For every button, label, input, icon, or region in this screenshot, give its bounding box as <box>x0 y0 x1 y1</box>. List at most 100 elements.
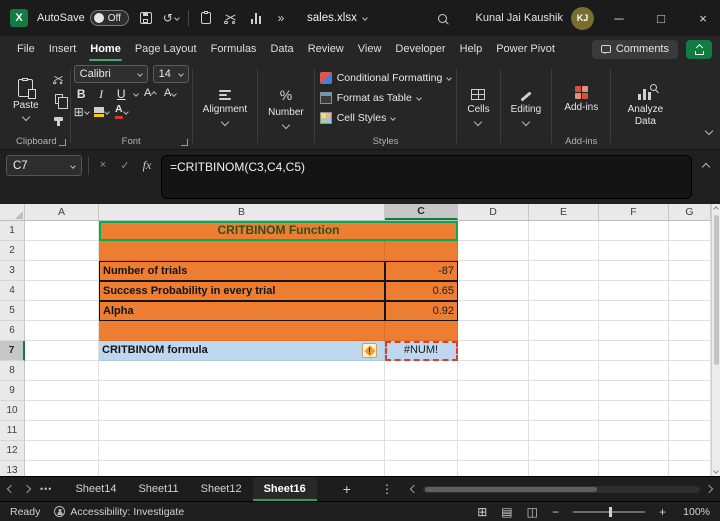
name-box-chevron[interactable] <box>70 163 76 169</box>
horizontal-scrollbar[interactable] <box>411 486 712 493</box>
cell-E4[interactable] <box>529 281 599 301</box>
sheet-options-icon[interactable]: ⋮ <box>381 482 393 496</box>
cell-G3[interactable] <box>669 261 711 281</box>
cell-G4[interactable] <box>669 281 711 301</box>
cell-F10[interactable] <box>599 401 669 421</box>
cell-D4[interactable] <box>458 281 529 301</box>
excel-logo-icon[interactable]: X <box>10 9 28 27</box>
normal-view-icon[interactable]: ⊞ <box>477 505 487 519</box>
cell-B5[interactable]: Alpha <box>99 301 385 321</box>
increase-font-size-button[interactable]: A <box>143 86 158 101</box>
enter-icon[interactable]: ✓ <box>117 155 133 175</box>
insert-function-icon[interactable]: fx <box>139 155 155 175</box>
cell-B7[interactable]: CRITBINOM formula! <box>99 341 385 361</box>
sheet-tab-sheet16[interactable]: Sheet16 <box>253 477 317 501</box>
document-title[interactable]: sales.xlsx <box>307 12 357 24</box>
row-header-9[interactable]: 9 <box>0 381 25 401</box>
sheet-tab-sheet11[interactable]: Sheet11 <box>127 477 189 501</box>
cell-F13[interactable] <box>599 461 669 476</box>
cell-F6[interactable] <box>599 321 669 341</box>
ribbon-tab-insert[interactable]: Insert <box>42 36 84 62</box>
cell-A11[interactable] <box>25 421 99 441</box>
cell-A10[interactable] <box>25 401 99 421</box>
paste-dropdown-chevron[interactable] <box>22 113 30 121</box>
cell-G6[interactable] <box>669 321 711 341</box>
search-icon[interactable] <box>435 9 451 27</box>
ribbon-tab-review[interactable]: Review <box>301 36 351 62</box>
cell-E5[interactable] <box>529 301 599 321</box>
sheet-tab-sheet14[interactable]: Sheet14 <box>64 477 127 501</box>
ribbon-tab-power-pivot[interactable]: Power Pivot <box>489 36 562 62</box>
cell-E1[interactable] <box>529 221 599 241</box>
underline-button[interactable]: U <box>114 86 129 101</box>
row-header-11[interactable]: 11 <box>0 421 25 441</box>
comments-button[interactable]: Comments <box>592 40 678 59</box>
zoom-level[interactable]: 100% <box>680 506 710 518</box>
cell-C9[interactable] <box>385 381 458 401</box>
zoom-handle[interactable] <box>609 507 612 517</box>
column-header-A[interactable]: A <box>25 204 99 220</box>
ribbon-tab-developer[interactable]: Developer <box>388 36 452 62</box>
bold-button[interactable]: B <box>74 86 89 101</box>
vertical-scrollbar[interactable] <box>711 204 720 476</box>
cell-E3[interactable] <box>529 261 599 281</box>
format-as-table-button[interactable]: Format as Table <box>318 89 454 106</box>
row-header-4[interactable]: 4 <box>0 281 25 301</box>
cell-B1[interactable]: CRITBINOM Function <box>99 221 458 241</box>
cell-C8[interactable] <box>385 361 458 381</box>
cell-A4[interactable] <box>25 281 99 301</box>
cell-F7[interactable] <box>599 341 669 361</box>
user-name[interactable]: Kunal Jai Kaushik <box>476 12 563 24</box>
document-title-chevron[interactable] <box>362 15 368 21</box>
row-header-8[interactable]: 8 <box>0 361 25 381</box>
cell-G12[interactable] <box>669 441 711 461</box>
ribbon-tab-view[interactable]: View <box>351 36 389 62</box>
cell-G2[interactable] <box>669 241 711 261</box>
cell-A8[interactable] <box>25 361 99 381</box>
number-dropdown-chevron[interactable] <box>282 120 290 128</box>
clipboard-dialog-launcher[interactable] <box>59 139 66 146</box>
autosave-toggle[interactable]: Off <box>90 10 129 26</box>
column-header-F[interactable]: F <box>599 204 669 220</box>
zoom-in-button[interactable]: + <box>659 505 666 519</box>
cell-E11[interactable] <box>529 421 599 441</box>
cell-A2[interactable] <box>25 241 99 261</box>
cell-B4[interactable]: Success Probability in every trial <box>99 281 385 301</box>
cell-C12[interactable] <box>385 441 458 461</box>
horizontal-scrollbar-thumb[interactable] <box>425 487 597 492</box>
cell-C7[interactable]: #NUM! <box>385 341 458 361</box>
row-header-12[interactable]: 12 <box>0 441 25 461</box>
cell-B2[interactable] <box>99 241 385 261</box>
cell-C4[interactable]: 0.65 <box>385 281 458 301</box>
column-header-C[interactable]: C <box>385 204 458 220</box>
cell-C10[interactable] <box>385 401 458 421</box>
editing-button[interactable]: Editing <box>504 67 549 147</box>
paste-button[interactable]: Paste <box>6 65 46 134</box>
close-button[interactable]: × <box>686 0 720 36</box>
row-header-6[interactable]: 6 <box>0 321 25 341</box>
ribbon-tab-data[interactable]: Data <box>263 36 300 62</box>
underline-options-chevron[interactable] <box>133 91 139 97</box>
cell-E13[interactable] <box>529 461 599 476</box>
row-header-10[interactable]: 10 <box>0 401 25 421</box>
cell-B6[interactable] <box>99 321 385 341</box>
alignment-button[interactable]: Alignment <box>196 67 254 147</box>
cell-F11[interactable] <box>599 421 669 441</box>
cell-G10[interactable] <box>669 401 711 421</box>
copy-icon[interactable] <box>51 92 67 106</box>
cell-D1[interactable] <box>458 221 529 241</box>
cell-F5[interactable] <box>599 301 669 321</box>
row-header-5[interactable]: 5 <box>0 301 25 321</box>
clipboard-icon[interactable] <box>198 9 214 27</box>
cell-B11[interactable] <box>99 421 385 441</box>
cell-G11[interactable] <box>669 421 711 441</box>
user-avatar[interactable]: KJ <box>571 7 594 30</box>
cell-C11[interactable] <box>385 421 458 441</box>
cell-A13[interactable] <box>25 461 99 476</box>
cell-E6[interactable] <box>529 321 599 341</box>
formula-bar-collapse-chevron[interactable] <box>698 157 714 177</box>
cell-D8[interactable] <box>458 361 529 381</box>
font-color-button[interactable]: A <box>114 104 129 119</box>
column-header-E[interactable]: E <box>529 204 599 220</box>
cell-C13[interactable] <box>385 461 458 476</box>
